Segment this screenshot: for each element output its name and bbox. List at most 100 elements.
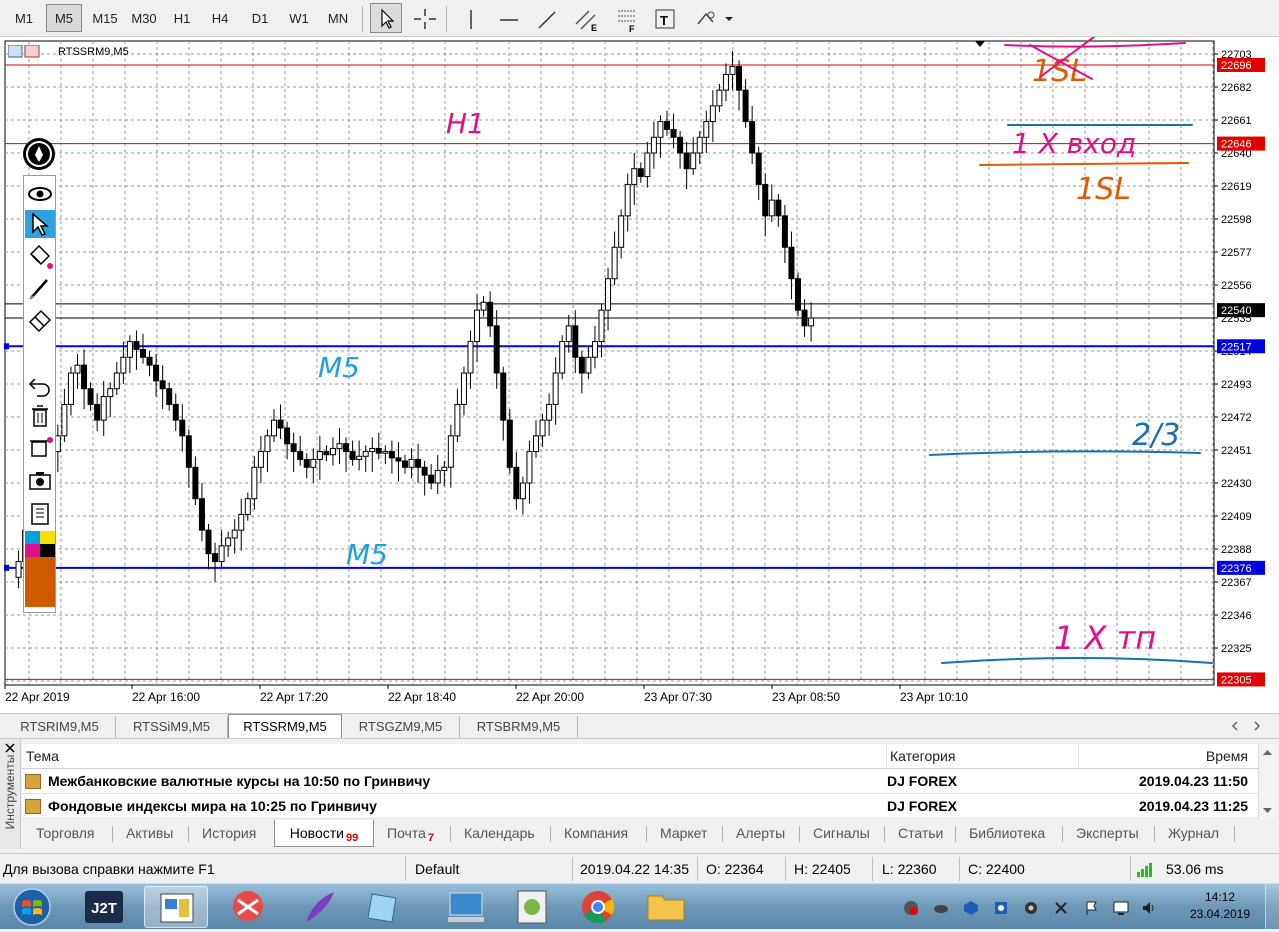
chart-tab-rtsgzm9[interactable]: RTSGZM9,M5 [342, 716, 460, 738]
tab-news[interactable]: Новости 99 [274, 820, 374, 847]
j2t-app-icon: J2T [85, 891, 123, 923]
tab-market[interactable]: Маркет [660, 822, 707, 846]
tray-network-app-icon[interactable] [933, 900, 949, 916]
tray-settings-icon[interactable] [993, 900, 1009, 916]
candle-bear [402, 460, 408, 468]
horizontal-line-button[interactable] [492, 3, 524, 33]
chart-tab-rtssrm9[interactable]: RTSSRM9,M5 [228, 714, 342, 739]
vertical-line-button[interactable] [454, 3, 486, 33]
line-tool-button[interactable] [25, 274, 55, 302]
timeframe-m5[interactable]: M5 [46, 4, 82, 32]
column-header-time[interactable]: Время [1078, 744, 1258, 769]
tab-journal[interactable]: Журнал [1168, 822, 1219, 846]
timeframe-w1[interactable]: W1 [282, 4, 316, 32]
taskbar-snipping[interactable] [216, 886, 280, 928]
candle-bear [179, 419, 186, 437]
news-scrollbar[interactable] [1258, 744, 1275, 819]
tab-scroll-right-button[interactable] [1250, 718, 1264, 734]
tray-gear-icon[interactable] [1023, 900, 1039, 916]
tab-scroll-left-button[interactable] [1228, 718, 1242, 734]
taskbar-clock[interactable]: 14:12 23.04.2019 [1185, 889, 1255, 923]
eye-toggle-button[interactable] [25, 180, 55, 208]
taskbar-j2t[interactable]: J2T [72, 886, 136, 928]
tab-articles[interactable]: Статьи [898, 822, 943, 846]
chevron-right-icon [1254, 721, 1261, 731]
color-swatch-orange-selected[interactable] [25, 557, 55, 607]
shapes-menu-button[interactable] [690, 3, 736, 33]
delete-button[interactable] [25, 402, 55, 430]
candle-bear [166, 388, 173, 405]
tab-signals[interactable]: Сигналы [813, 822, 870, 846]
color-swatch-cyan[interactable] [25, 531, 40, 544]
column-header-topic[interactable]: Тема [22, 744, 886, 769]
tab-history[interactable]: История [202, 822, 256, 846]
candle-bull [225, 537, 232, 547]
news-row[interactable]: Межбанковские валютные курсы на 10:50 по… [22, 769, 1258, 794]
timeframe-h4[interactable]: H4 [204, 4, 236, 32]
color-swatch-yellow[interactable] [40, 531, 55, 544]
timeframe-d1[interactable]: D1 [244, 4, 276, 32]
candle-bear [500, 372, 507, 421]
taskbar-explorer[interactable] [634, 886, 698, 928]
tab-experts[interactable]: Эксперты [1076, 822, 1139, 846]
tab-company[interactable]: Компания [564, 822, 628, 846]
chart-canvas[interactable]: 2270322682226612264022619225982257722556… [0, 37, 1279, 713]
candle-bear [487, 301, 494, 327]
trendline-button[interactable] [530, 3, 562, 33]
color-palette[interactable] [25, 531, 55, 609]
taskbar-computer[interactable] [434, 886, 498, 928]
eraser-tool-button[interactable] [25, 306, 55, 334]
chart-tab-rtssim9[interactable]: RTSSiM9,M5 [116, 716, 228, 738]
tab-library[interactable]: Библиотека [969, 822, 1045, 846]
taskbar-feather[interactable] [288, 886, 352, 928]
show-desktop-button[interactable] [1265, 884, 1279, 930]
pen-tool-button[interactable] [23, 138, 55, 170]
select-pointer-button[interactable] [25, 210, 55, 238]
taskbar-file[interactable] [500, 886, 564, 928]
crosshair-tool-button[interactable] [408, 3, 440, 33]
marker-tool-button[interactable] [25, 242, 55, 270]
tab-calendar[interactable]: Календарь [464, 822, 535, 846]
timeframe-m30[interactable]: M30 [126, 4, 162, 32]
candle-bull [591, 341, 598, 358]
timeframe-mn[interactable]: MN [320, 4, 356, 32]
candle-bear [664, 121, 670, 130]
svg-text:E: E [591, 23, 597, 33]
equidistant-channel-button[interactable]: E [570, 3, 602, 33]
tray-volume-icon[interactable] [1141, 900, 1157, 916]
timeframe-m1[interactable]: M1 [6, 4, 42, 32]
chart-tab-rtsbrm9[interactable]: RTSBRM9,M5 [460, 716, 578, 738]
timeframe-h1[interactable]: H1 [166, 4, 198, 32]
price-chart[interactable]: 22703 22682 22661 22640 22619 22598 22577 22556… [0, 37, 1279, 713]
color-swatch-magenta[interactable] [25, 544, 40, 557]
tray-display-icon[interactable] [1113, 900, 1129, 916]
timeframe-m15[interactable]: M15 [86, 4, 124, 32]
candle-bear [172, 403, 179, 421]
tab-mail[interactable]: Почта 7 [387, 822, 434, 846]
taskbar-notepad[interactable] [352, 886, 416, 928]
tab-trade[interactable]: Торговля [36, 822, 94, 846]
candle-bull [408, 458, 415, 468]
screenshot-button[interactable] [25, 466, 55, 494]
tray-flag-icon[interactable] [1083, 900, 1099, 916]
clipboard-button[interactable] [25, 498, 55, 526]
news-row[interactable]: Фондовые индексы мира на 10:25 по Гринви… [22, 794, 1258, 819]
price-tag-label: 22540 [1221, 305, 1252, 317]
candle-bull [768, 199, 775, 217]
tray-shield-icon[interactable] [963, 900, 979, 916]
chart-tab-rtsrim9[interactable]: RTSRIM9,M5 [4, 716, 116, 738]
taskbar-terminal[interactable] [144, 886, 208, 928]
column-header-category[interactable]: Категория [886, 744, 1078, 769]
start-button[interactable] [6, 887, 58, 927]
tab-assets[interactable]: Активы [126, 822, 173, 846]
text-tool-button[interactable]: T [648, 3, 680, 33]
clear-all-button[interactable] [25, 434, 55, 462]
tray-scissors-icon[interactable] [1053, 900, 1069, 916]
taskbar-chrome[interactable] [566, 886, 630, 928]
tray-alert-icon[interactable] [903, 900, 919, 916]
fibonacci-button[interactable]: F [610, 3, 642, 34]
cursor-tool-button[interactable] [370, 3, 402, 33]
undo-button[interactable] [25, 370, 55, 398]
tab-alerts[interactable]: Алерты [736, 822, 785, 846]
color-swatch-black[interactable] [40, 544, 55, 557]
